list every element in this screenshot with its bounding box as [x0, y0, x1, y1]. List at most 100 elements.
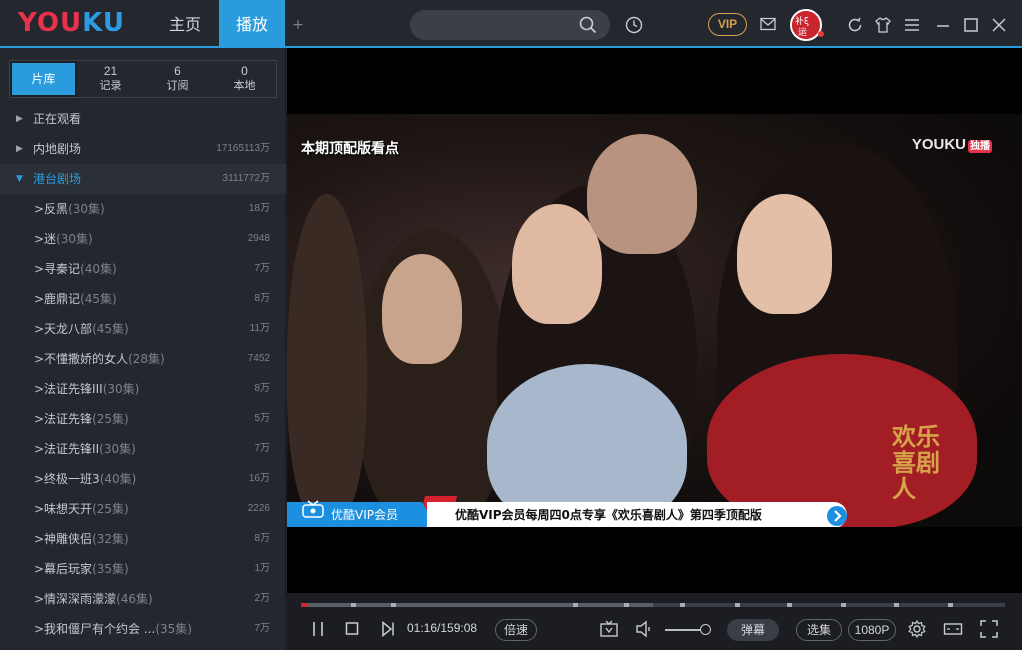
series-view-count: 2948: [247, 233, 270, 244]
add-tab-button[interactable]: +: [290, 0, 306, 46]
series-item[interactable]: >法证先锋II(30集) 7万: [0, 434, 286, 464]
progress-bar[interactable]: [301, 603, 1005, 607]
next-icon[interactable]: [381, 619, 395, 639]
series-episodes: (30集): [68, 202, 105, 216]
tab-library[interactable]: 片库: [10, 61, 77, 97]
video-watermark: YOUKU 独播: [912, 136, 992, 153]
chapter-marker[interactable]: [841, 603, 846, 607]
audience-face: [737, 194, 832, 314]
fullscreen-icon[interactable]: [979, 619, 999, 639]
series-title: >寻秦记(40集): [34, 254, 117, 284]
series-name: >神雕侠侣: [34, 532, 93, 546]
maximize-icon[interactable]: [962, 16, 980, 34]
youku-logo[interactable]: YOUKU: [18, 8, 125, 38]
series-episodes: (30集): [56, 232, 93, 246]
series-view-count: 2226: [247, 503, 270, 514]
series-item[interactable]: >我和僵尸有个约会 ...(35集) 7万: [0, 614, 286, 644]
minimize-icon[interactable]: [934, 16, 952, 34]
series-episodes: (46集): [116, 592, 153, 606]
category-mainland[interactable]: ▶ 内地剧场 17165113万: [0, 134, 286, 164]
series-item[interactable]: >迷(30集) 2948: [0, 224, 286, 254]
audience-face: [587, 134, 697, 254]
cast-tv-icon[interactable]: [599, 619, 619, 639]
category-list: ▶ 正在观看 ▶ 内地剧场 17165113万 ▼ 港台剧场 3111772万 >反黑(3…: [0, 104, 286, 644]
series-item[interactable]: >法证先锋(25集) 5万: [0, 404, 286, 434]
tab-label: 记录: [99, 79, 122, 92]
tab-local[interactable]: 0 本地: [211, 61, 278, 97]
chapter-marker[interactable]: [894, 603, 899, 607]
chapter-marker[interactable]: [351, 603, 356, 607]
chapter-marker[interactable]: [573, 603, 578, 607]
series-name: >终极一班3: [34, 472, 100, 486]
show-logo: 欢乐喜剧人: [892, 422, 940, 503]
video-stage[interactable]: 本期顶配版看点 YOUKU 独播 欢乐喜剧人 优酷VIP会员 优酷VIP会员每周四…: [287, 48, 1022, 593]
search-icon[interactable]: [578, 15, 598, 35]
series-item[interactable]: >不懂撒娇的女人(28集) 7452: [0, 344, 286, 374]
mail-icon[interactable]: [760, 17, 776, 31]
vip-banner[interactable]: 优酷VIP会员 优酷VIP会员每周四0点专享《欢乐喜剧人》第四季顶配版: [287, 496, 857, 527]
volume-icon[interactable]: [634, 619, 654, 639]
stop-icon[interactable]: [345, 619, 359, 639]
series-episodes: (45集): [80, 292, 117, 306]
settings-gear-icon[interactable]: [907, 619, 927, 639]
avatar[interactable]: 补ξ 运: [790, 9, 822, 41]
volume-handle[interactable]: [699, 624, 711, 635]
series-title: >迷(30集): [34, 224, 93, 254]
series-view-count: 5万: [254, 413, 270, 424]
series-title: >鹿鼎记(45集): [34, 284, 117, 314]
series-item[interactable]: >鹿鼎记(45集) 8万: [0, 284, 286, 314]
chapter-marker[interactable]: [391, 603, 396, 607]
banner-promo-text[interactable]: 优酷VIP会员每周四0点专享《欢乐喜剧人》第四季顶配版: [427, 502, 847, 527]
category-label: 内地剧场: [33, 142, 82, 156]
series-item[interactable]: >反黑(30集) 18万: [0, 194, 286, 224]
arrow-right-icon[interactable]: [827, 506, 847, 526]
danmaku-button[interactable]: 弹幕: [727, 619, 779, 641]
tab-home[interactable]: 主页: [152, 0, 218, 46]
pause-icon[interactable]: [311, 619, 325, 639]
sidebar: 片库 21 记录 6 订阅 0 本地 ▶ 正在观看 ▶ 内地剧场 17165113万 ▼ 港台…: [0, 48, 286, 650]
series-title: >天龙八部(45集): [34, 314, 129, 344]
series-item[interactable]: >神雕侠侣(32集) 8万: [0, 524, 286, 554]
chapter-marker[interactable]: [787, 603, 792, 607]
chevron-down-icon: ▼: [16, 174, 23, 184]
refresh-icon[interactable]: [846, 16, 864, 34]
chapter-marker[interactable]: [680, 603, 685, 607]
series-name: >不懂撒娇的女人: [34, 352, 129, 366]
chevron-right-icon: ▶: [16, 114, 23, 124]
speed-button[interactable]: 倍速: [495, 619, 537, 641]
title-bar: YOUKU 主页 播放 + VIP 补ξ 运: [0, 0, 1022, 48]
skin-icon[interactable]: [874, 16, 892, 34]
watermark-text: YOUKU: [911, 136, 966, 153]
series-item[interactable]: >寻秦记(40集) 7万: [0, 254, 286, 284]
series-item[interactable]: >终极一班3(40集) 16万: [0, 464, 286, 494]
category-hktw[interactable]: ▼ 港台剧场 3111772万: [0, 164, 286, 194]
chapter-marker[interactable]: [624, 603, 629, 607]
tab-records[interactable]: 21 记录: [77, 61, 144, 97]
episodes-button[interactable]: 选集: [796, 619, 842, 641]
series-view-count: 7万: [254, 263, 270, 274]
close-icon[interactable]: [990, 16, 1008, 34]
series-item[interactable]: >天龙八部(45集) 11万: [0, 314, 286, 344]
series-item[interactable]: >法证先锋III(30集) 8万: [0, 374, 286, 404]
tab-subscriptions[interactable]: 6 订阅: [144, 61, 211, 97]
menu-icon[interactable]: [903, 16, 921, 34]
progress-played: [301, 603, 307, 607]
video-frame[interactable]: 本期顶配版看点 YOUKU 独播 欢乐喜剧人 优酷VIP会员 优酷VIP会员每周四…: [287, 114, 1022, 527]
series-item[interactable]: >味想天开(25集) 2226: [0, 494, 286, 524]
widescreen-icon[interactable]: [943, 619, 963, 639]
series-title: >情深深雨濛濛(46集): [34, 584, 153, 614]
vip-button[interactable]: VIP: [708, 13, 747, 36]
audience-figure: [287, 194, 367, 524]
series-item[interactable]: >情深深雨濛濛(46集) 2万: [0, 584, 286, 614]
chapter-marker[interactable]: [948, 603, 953, 607]
series-name: >鹿鼎记: [34, 292, 81, 306]
category-watching[interactable]: ▶ 正在观看: [0, 104, 286, 134]
series-episodes: (45集): [92, 322, 129, 336]
series-item[interactable]: >幕后玩家(35集) 1万: [0, 554, 286, 584]
tab-label: 本地: [233, 79, 256, 92]
chapter-marker[interactable]: [735, 603, 740, 607]
tab-play[interactable]: 播放: [219, 0, 285, 46]
history-icon[interactable]: [624, 15, 644, 35]
quality-button[interactable]: 1080P: [848, 619, 896, 641]
series-view-count: 2万: [254, 593, 270, 604]
